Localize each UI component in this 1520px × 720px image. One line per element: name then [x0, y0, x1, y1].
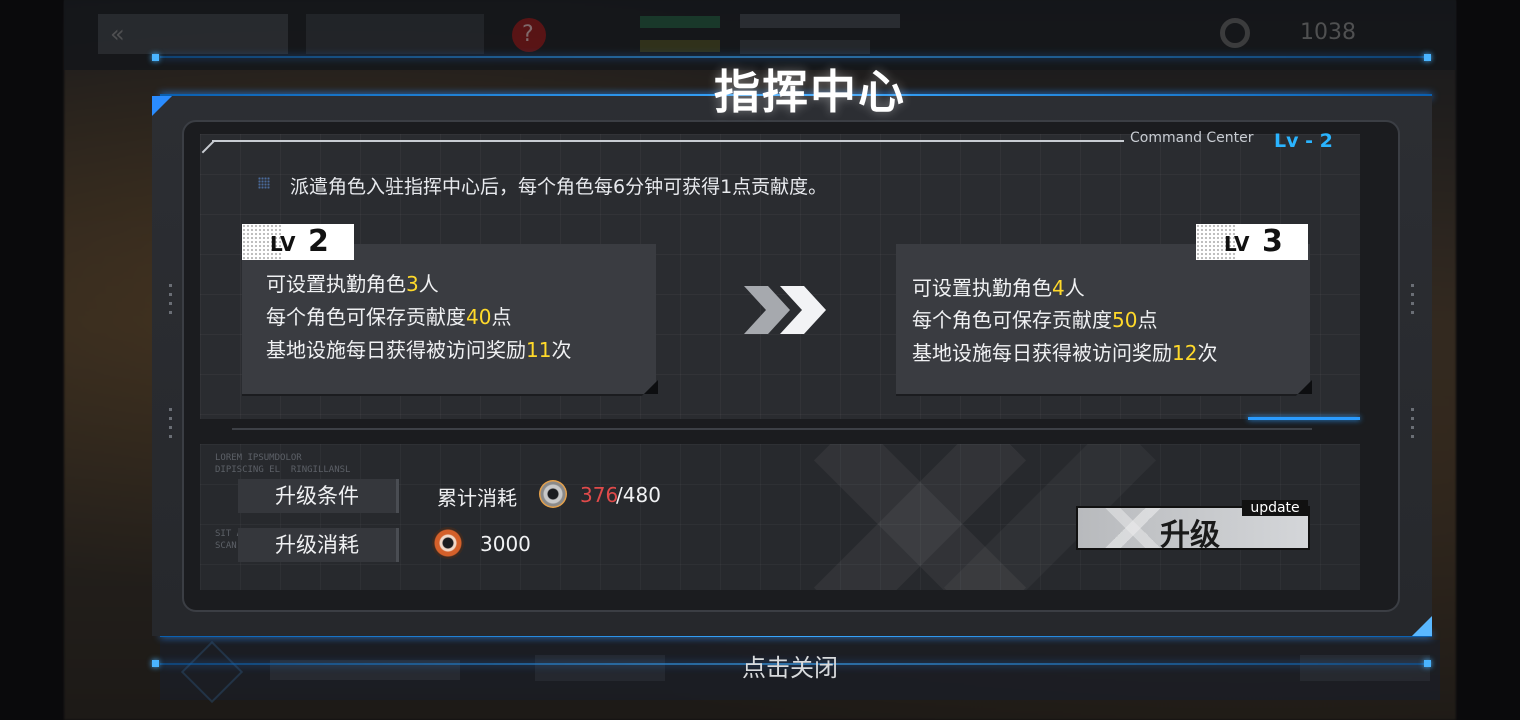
current-level-badge: LV 2 [242, 224, 354, 260]
page-subtitle: Command Center [1130, 130, 1254, 146]
coin-icon [432, 527, 464, 559]
page-title: 指挥中心 [714, 65, 906, 119]
coin-cost-value: 3000 [480, 532, 531, 556]
decorative-text: LOREM IPSUMDOLOR DIPISCING EL RINGILLANS… [215, 453, 351, 475]
background-help-icon: ? [512, 18, 546, 52]
double-chevron-right-icon [744, 286, 826, 334]
background-status-1 [640, 16, 720, 28]
card-corner [644, 380, 658, 394]
background-bottom-tab-2 [535, 655, 665, 681]
section-divider [232, 428, 1312, 430]
tap-to-close-hint[interactable]: 点击关闭 [680, 648, 900, 683]
background-text-1 [740, 14, 900, 28]
current-level-card: 可设置执勤角色3人 每个角色可保存贡献度40点 基地设施每日获得被访问奖励11次 [242, 244, 656, 396]
current-duty-count: 可设置执勤角色3人 [266, 272, 439, 296]
side-dots-decoration [1411, 408, 1414, 444]
current-contribution-cap: 每个角色可保存贡献度40点 [266, 305, 512, 329]
next-visit-rewards: 基地设施每日获得被访问奖励12次 [912, 341, 1218, 365]
badge-lv-number: 3 [1262, 224, 1283, 259]
dot-grid-icon [258, 177, 270, 189]
frame-dot [152, 54, 159, 61]
upgrade-condition-label: 升级条件 [238, 479, 399, 513]
background-back-button: « [98, 14, 288, 54]
current-level-tag: Lv - 2 [1274, 130, 1333, 152]
facility-description: 派遣角色入驻指挥中心后，每个角色每6分钟可获得1点贡献度。 [290, 176, 828, 198]
next-level-badge: LV 3 [1196, 224, 1308, 260]
cumulative-current-value: 376 [580, 483, 619, 507]
panel-corner [1412, 616, 1432, 636]
badge-lv-label: LV [270, 232, 296, 256]
frame-dot [1424, 660, 1431, 667]
background-home-button [306, 14, 484, 54]
side-dots-decoration [1411, 284, 1414, 320]
next-duty-count: 可设置执勤角色4人 [912, 276, 1085, 300]
side-dots-decoration [169, 408, 172, 444]
header-line [212, 140, 1124, 142]
badge-lv-label: LV [1224, 232, 1250, 256]
side-dots-decoration [169, 284, 172, 320]
frame-dot [152, 660, 159, 667]
current-visit-rewards: 基地设施每日获得被访问奖励11次 [266, 338, 572, 362]
next-level-card: 可设置执勤角色4人 每个角色可保存贡献度50点 基地设施每日获得被访问奖励12次 [896, 244, 1310, 396]
section-divider-accent [1248, 417, 1360, 420]
next-contribution-cap: 每个角色可保存贡献度50点 [912, 308, 1158, 332]
back-icon: « [110, 20, 125, 48]
help-glyph: ? [522, 22, 534, 47]
badge-lv-number: 2 [308, 224, 329, 259]
frame-dot [1424, 54, 1431, 61]
upgrade-tag: update [1242, 500, 1308, 516]
background-gear-icon [1220, 18, 1250, 48]
cumulative-max-value: /480 [616, 483, 661, 507]
background-currency-count: 1038 [1300, 20, 1356, 45]
cumulative-cost-label: 累计消耗 [437, 486, 517, 510]
card-corner [1298, 380, 1312, 394]
background-bottom-tab-3 [1300, 655, 1430, 681]
upgrade-button-label: 升级 [1160, 518, 1220, 553]
upgrade-cost-label: 升级消耗 [238, 528, 399, 562]
gear-currency-icon [539, 480, 567, 508]
panel-corner [152, 96, 172, 116]
background-text-2 [740, 40, 870, 54]
background-status-2 [640, 40, 720, 52]
